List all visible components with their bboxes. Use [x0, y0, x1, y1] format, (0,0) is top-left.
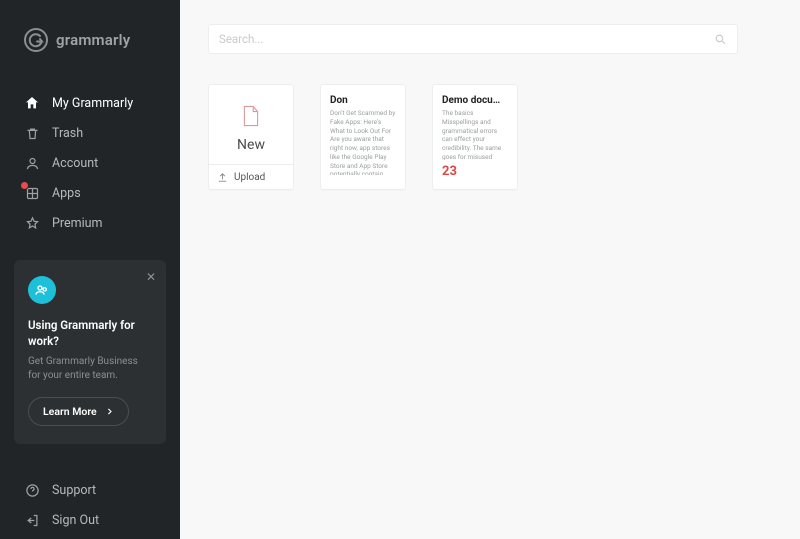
close-icon[interactable]: ✕: [146, 270, 156, 284]
nav-label: Trash: [52, 126, 83, 141]
main-content: New Upload Don Don't Get Scammed by Fake…: [180, 0, 800, 539]
nav-label: My Grammarly: [52, 96, 133, 111]
nav-premium[interactable]: Premium: [0, 208, 180, 238]
nav-label: Premium: [52, 216, 103, 231]
nav-label: Apps: [52, 186, 81, 201]
star-icon: [24, 215, 40, 231]
search-icon: [714, 33, 727, 46]
nav-account[interactable]: Account: [0, 148, 180, 178]
promo-card: ✕ Using Grammarly for work? Get Grammarl…: [14, 260, 166, 444]
secondary-nav: Support Sign Out: [0, 475, 180, 539]
apps-icon: [24, 185, 40, 201]
nav-label: Account: [52, 156, 98, 171]
nav-label: Support: [52, 483, 96, 498]
nav-support[interactable]: Support: [0, 475, 180, 505]
nav-apps[interactable]: Apps: [0, 178, 180, 208]
signout-icon: [24, 512, 40, 528]
primary-nav: My Grammarly Trash Account Apps Pre: [0, 78, 180, 238]
document-preview: Don't Get Scammed by Fake Apps: Here's W…: [330, 109, 396, 175]
new-document-card[interactable]: New Upload: [208, 84, 294, 190]
document-grid: New Upload Don Don't Get Scammed by Fake…: [208, 84, 772, 190]
learn-more-button[interactable]: Learn More: [28, 397, 129, 426]
upload-icon: [217, 172, 228, 183]
document-title: Demo document: [442, 95, 508, 106]
user-icon: [24, 155, 40, 171]
home-icon: [24, 95, 40, 111]
nav-label: Sign Out: [52, 513, 99, 528]
brand-name: grammarly: [56, 31, 130, 49]
team-icon: [28, 276, 56, 304]
promo-title: Using Grammarly for work?: [28, 318, 152, 349]
document-preview: The basics Misspellings and grammatical …: [442, 109, 508, 160]
notification-badge: [20, 181, 29, 190]
upload-label: Upload: [234, 172, 265, 183]
promo-cta-label: Learn More: [43, 405, 97, 418]
new-label: New: [237, 137, 265, 153]
search-input[interactable]: [219, 32, 714, 46]
brand-logo[interactable]: grammarly: [0, 0, 180, 78]
trash-icon: [24, 125, 40, 141]
sidebar: grammarly My Grammarly Trash Account: [0, 0, 180, 539]
nav-signout[interactable]: Sign Out: [0, 505, 180, 535]
document-score: 23: [442, 164, 508, 179]
chevron-right-icon: [105, 407, 114, 416]
document-title: Don: [330, 95, 396, 106]
promo-subtitle: Get Grammarly Business for your entire t…: [28, 355, 152, 383]
document-card[interactable]: Demo document The basics Misspellings an…: [432, 84, 518, 190]
help-icon: [24, 482, 40, 498]
nav-my-grammarly[interactable]: My Grammarly: [0, 88, 180, 118]
upload-button[interactable]: Upload: [209, 164, 293, 189]
document-card[interactable]: Don Don't Get Scammed by Fake Apps: Here…: [320, 84, 406, 190]
file-icon: [242, 105, 260, 127]
nav-trash[interactable]: Trash: [0, 118, 180, 148]
grammarly-logo-icon: [24, 28, 48, 52]
search-bar[interactable]: [208, 24, 738, 54]
